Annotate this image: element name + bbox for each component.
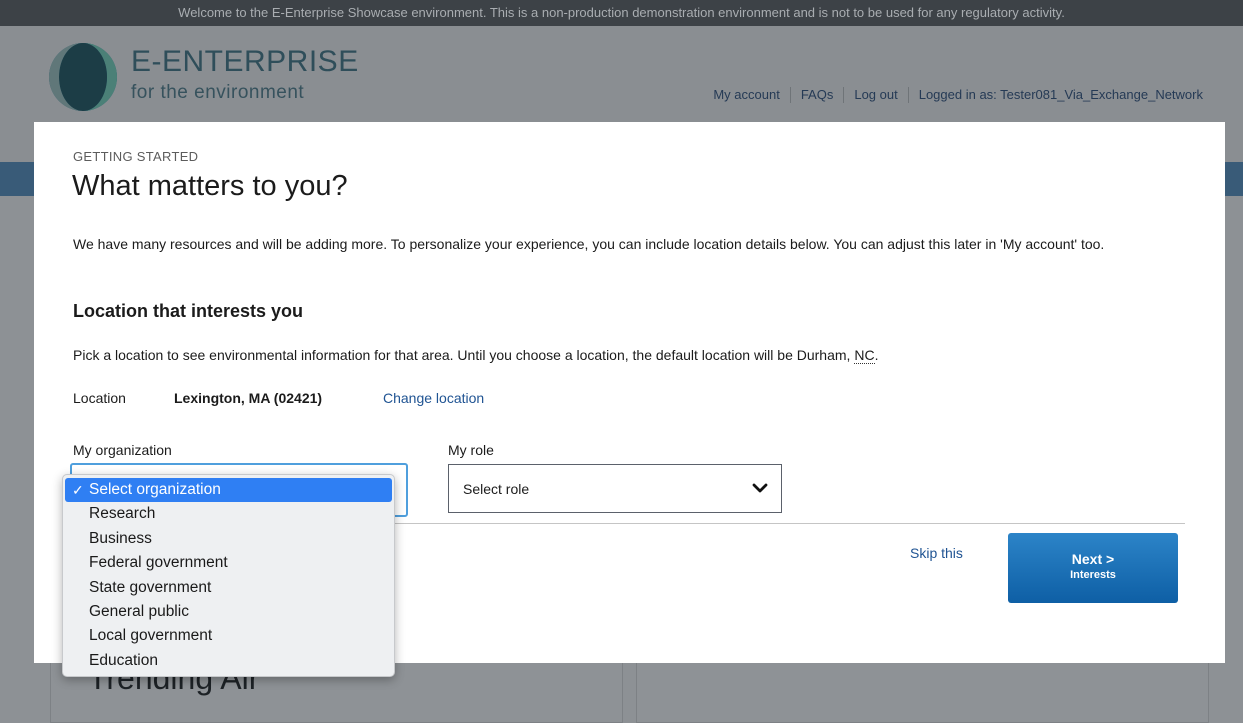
- my-account-link[interactable]: My account: [703, 87, 789, 103]
- organization-option[interactable]: ✓ Select organization: [65, 478, 392, 503]
- modal-title: What matters to you?: [72, 170, 348, 202]
- environment-banner: Welcome to the E-Enterprise Showcase env…: [0, 0, 1243, 26]
- role-select-value: Select role: [463, 481, 530, 497]
- organization-option[interactable]: Research: [65, 502, 392, 526]
- e-enterprise-logo-icon: [49, 43, 117, 111]
- location-instructions: Pick a location to see environmental inf…: [73, 347, 879, 364]
- logo-title: E-ENTERPRISE: [131, 45, 359, 78]
- top-navigation: My account FAQs Log out Logged in as: Te…: [703, 87, 1213, 103]
- organization-option[interactable]: Business: [65, 527, 392, 551]
- next-button-label: Next >: [1071, 551, 1115, 567]
- organization-dropdown-list: ✓ Select organization Research Business F…: [62, 474, 395, 677]
- next-interests-button[interactable]: Next > Interests: [1008, 533, 1178, 603]
- organization-option[interactable]: State government: [65, 576, 392, 600]
- location-label: Location: [73, 390, 126, 406]
- organization-option[interactable]: Federal government: [65, 551, 392, 575]
- logo-subtitle: for the environment: [131, 82, 305, 103]
- role-select[interactable]: Select role: [448, 464, 782, 513]
- modal-eyebrow: GETTING STARTED: [73, 149, 199, 164]
- role-label: My role: [448, 442, 494, 458]
- next-button-sublabel: Interests: [1070, 569, 1116, 581]
- organization-option[interactable]: General public: [65, 600, 392, 624]
- skip-this-link[interactable]: Skip this: [910, 545, 963, 561]
- location-heading: Location that interests you: [73, 301, 304, 321]
- chevron-down-icon: [752, 483, 768, 493]
- intro-text: We have many resources and will be addin…: [73, 236, 1105, 252]
- organization-label: My organization: [73, 442, 172, 458]
- faqs-link[interactable]: FAQs: [789, 87, 844, 103]
- state-abbreviation: NC: [854, 347, 875, 364]
- checkmark-icon: ✓: [72, 482, 84, 498]
- organization-option[interactable]: Local government: [65, 624, 392, 648]
- logged-in-user: Logged in as: Tester081_Via_Exchange_Net…: [907, 87, 1213, 103]
- organization-option[interactable]: Education: [65, 649, 392, 673]
- log-out-link[interactable]: Log out: [843, 87, 907, 103]
- location-value: Lexington, MA (02421): [174, 390, 323, 406]
- location-instructions-text: Pick a location to see environmental inf…: [73, 347, 851, 363]
- change-location-link[interactable]: Change location: [383, 390, 484, 406]
- location-instructions-end: .: [874, 347, 879, 363]
